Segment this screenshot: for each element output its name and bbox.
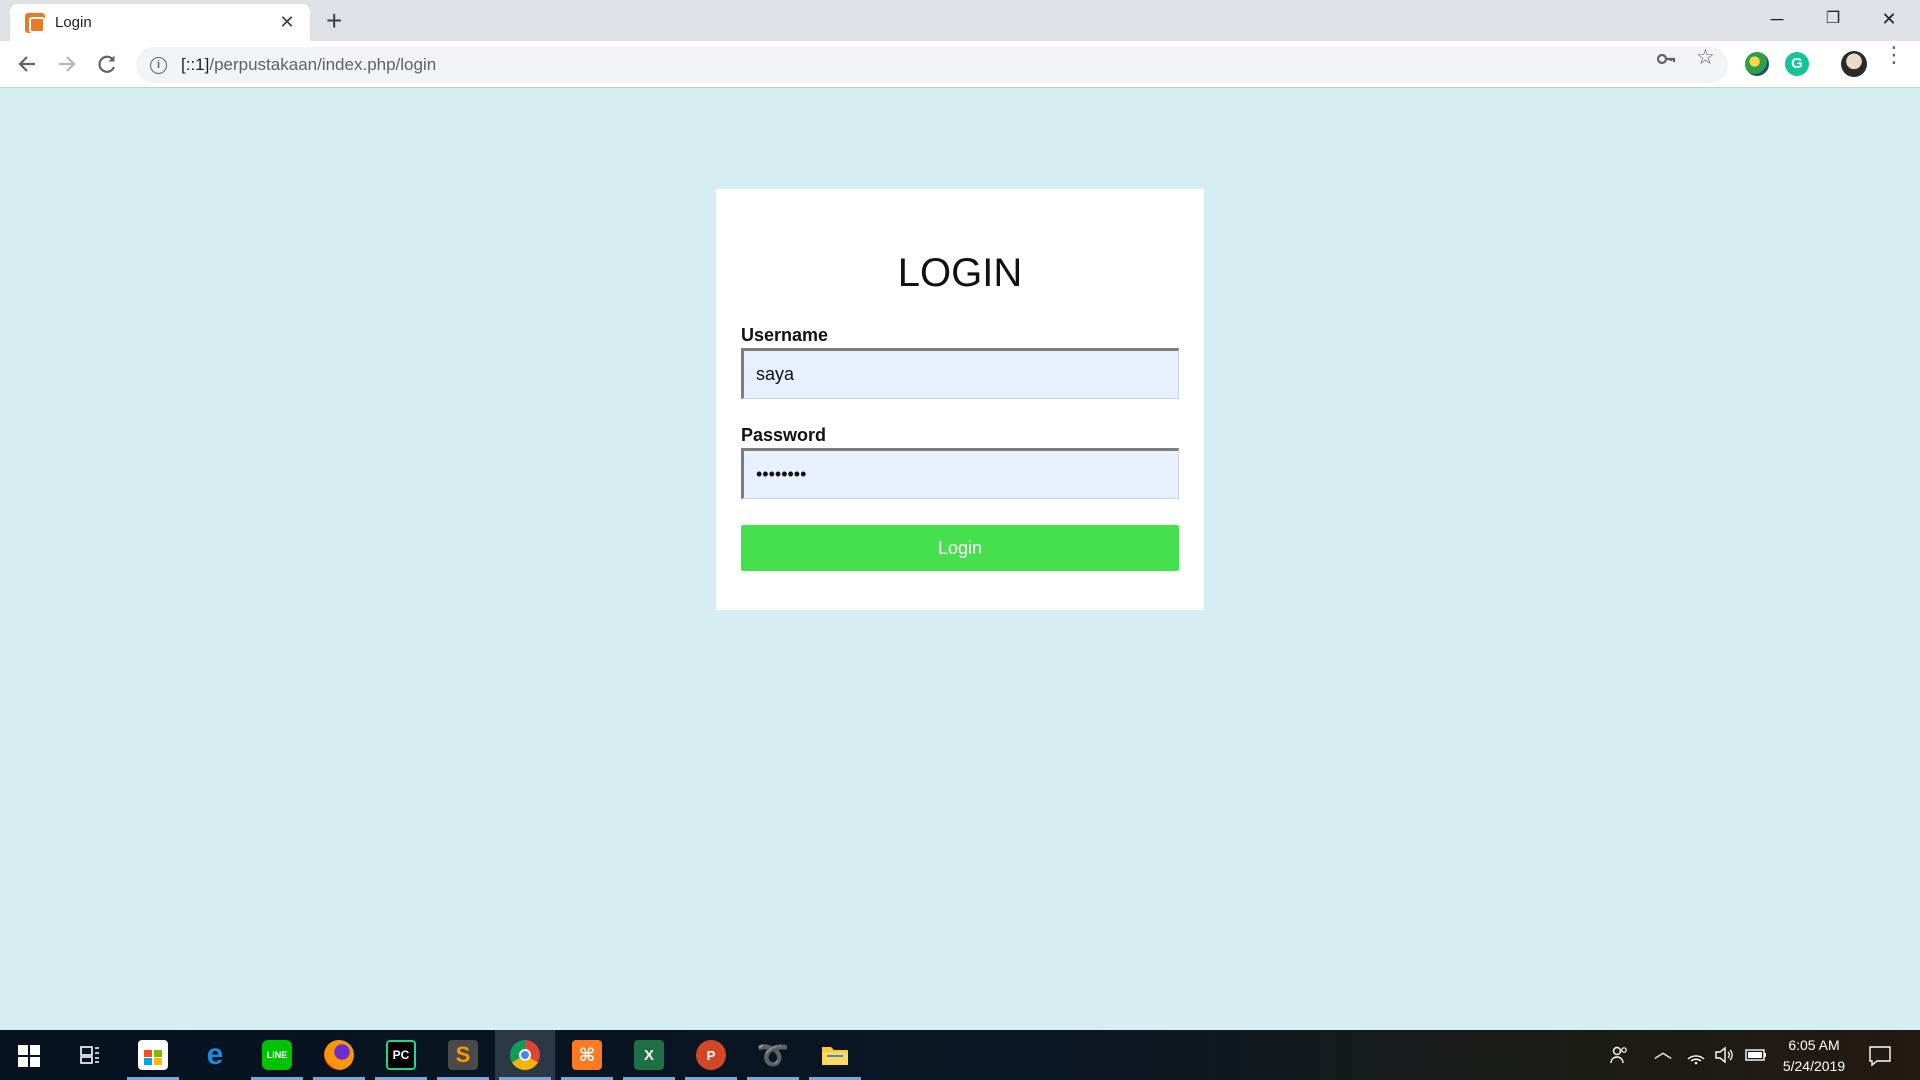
page-title: LOGIN <box>897 251 1023 295</box>
action-center-icon[interactable] <box>1868 1045 1892 1073</box>
xampp-icon[interactable]: ⌘ <box>557 1030 617 1080</box>
firefox-icon[interactable] <box>309 1030 369 1080</box>
battery-icon[interactable] <box>1744 1045 1768 1071</box>
chrome-icon[interactable] <box>495 1030 555 1080</box>
clock-date: 5/24/2019 <box>1782 1058 1846 1074</box>
tab-title: Login <box>55 14 92 31</box>
restore-button[interactable]: ❐ <box>1810 4 1856 34</box>
window-close-button[interactable]: ✕ <box>1866 4 1912 34</box>
file-explorer-icon[interactable] <box>805 1030 865 1080</box>
username-label: Username <box>741 325 829 345</box>
edge-icon[interactable]: e <box>185 1030 245 1080</box>
login-button[interactable]: Login <box>741 525 1179 571</box>
tab-strip: Login ✕ + ─ ❐ ✕ <box>0 0 1920 41</box>
extension-globe-icon[interactable] <box>1745 52 1769 76</box>
grammarly-icon[interactable]: G <box>1785 52 1809 76</box>
tab-close-icon[interactable]: ✕ <box>276 12 298 33</box>
reload-icon[interactable] <box>92 49 122 79</box>
taskbar-clock[interactable]: 6:05 AM 5/24/2019 <box>1770 1035 1858 1077</box>
show-hidden-icons-icon[interactable]: ︿ <box>1654 1042 1672 1062</box>
login-card: LOGIN Username Password Login <box>716 189 1204 610</box>
menu-icon[interactable]: ⋮ <box>1883 44 1905 66</box>
windows-start-icon[interactable] <box>18 1045 40 1067</box>
url-host: [::1] <box>181 55 210 74</box>
xampp-favicon-icon <box>25 12 45 33</box>
back-icon[interactable] <box>12 49 42 79</box>
store-icon[interactable] <box>123 1030 183 1080</box>
windows-taskbar: e LINE PC S ⌘ X P ➰ ︿ <box>0 1030 1920 1080</box>
password-input[interactable] <box>741 448 1179 499</box>
clock-time: 6:05 AM <box>1788 1037 1840 1053</box>
username-input[interactable] <box>741 348 1179 399</box>
task-view-icon[interactable] <box>60 1030 120 1080</box>
people-icon[interactable] <box>1609 1045 1629 1071</box>
powerpoint-icon[interactable]: P <box>681 1030 741 1080</box>
excel-icon[interactable]: X <box>619 1030 679 1080</box>
dolphin-icon[interactable]: ➰ <box>743 1030 803 1080</box>
browser-tab-login[interactable]: Login ✕ <box>10 4 310 41</box>
address-bar[interactable]: i [::1]/perpustakaan/index.php/login <box>136 47 1728 83</box>
password-label: Password <box>741 425 827 445</box>
info-icon[interactable]: i <box>150 56 167 74</box>
url-path: /perpustakaan/index.php/login <box>209 55 437 74</box>
new-tab-button[interactable]: + <box>326 6 342 36</box>
browser-toolbar: i [::1]/perpustakaan/index.php/login ☆ G… <box>0 41 1920 88</box>
forward-icon[interactable] <box>52 49 82 79</box>
profile-avatar[interactable] <box>1841 51 1867 77</box>
wifi-icon[interactable] <box>1686 1045 1706 1071</box>
volume-icon[interactable] <box>1714 1045 1736 1071</box>
pycharm-icon[interactable]: PC <box>371 1030 431 1080</box>
key-icon[interactable] <box>1656 49 1676 73</box>
star-icon[interactable]: ☆ <box>1696 47 1715 68</box>
minimize-button[interactable]: ─ <box>1754 4 1800 34</box>
url-text: [::1]/perpustakaan/index.php/login <box>181 55 436 75</box>
sublime-icon[interactable]: S <box>433 1030 493 1080</box>
line-icon[interactable]: LINE <box>247 1030 307 1080</box>
